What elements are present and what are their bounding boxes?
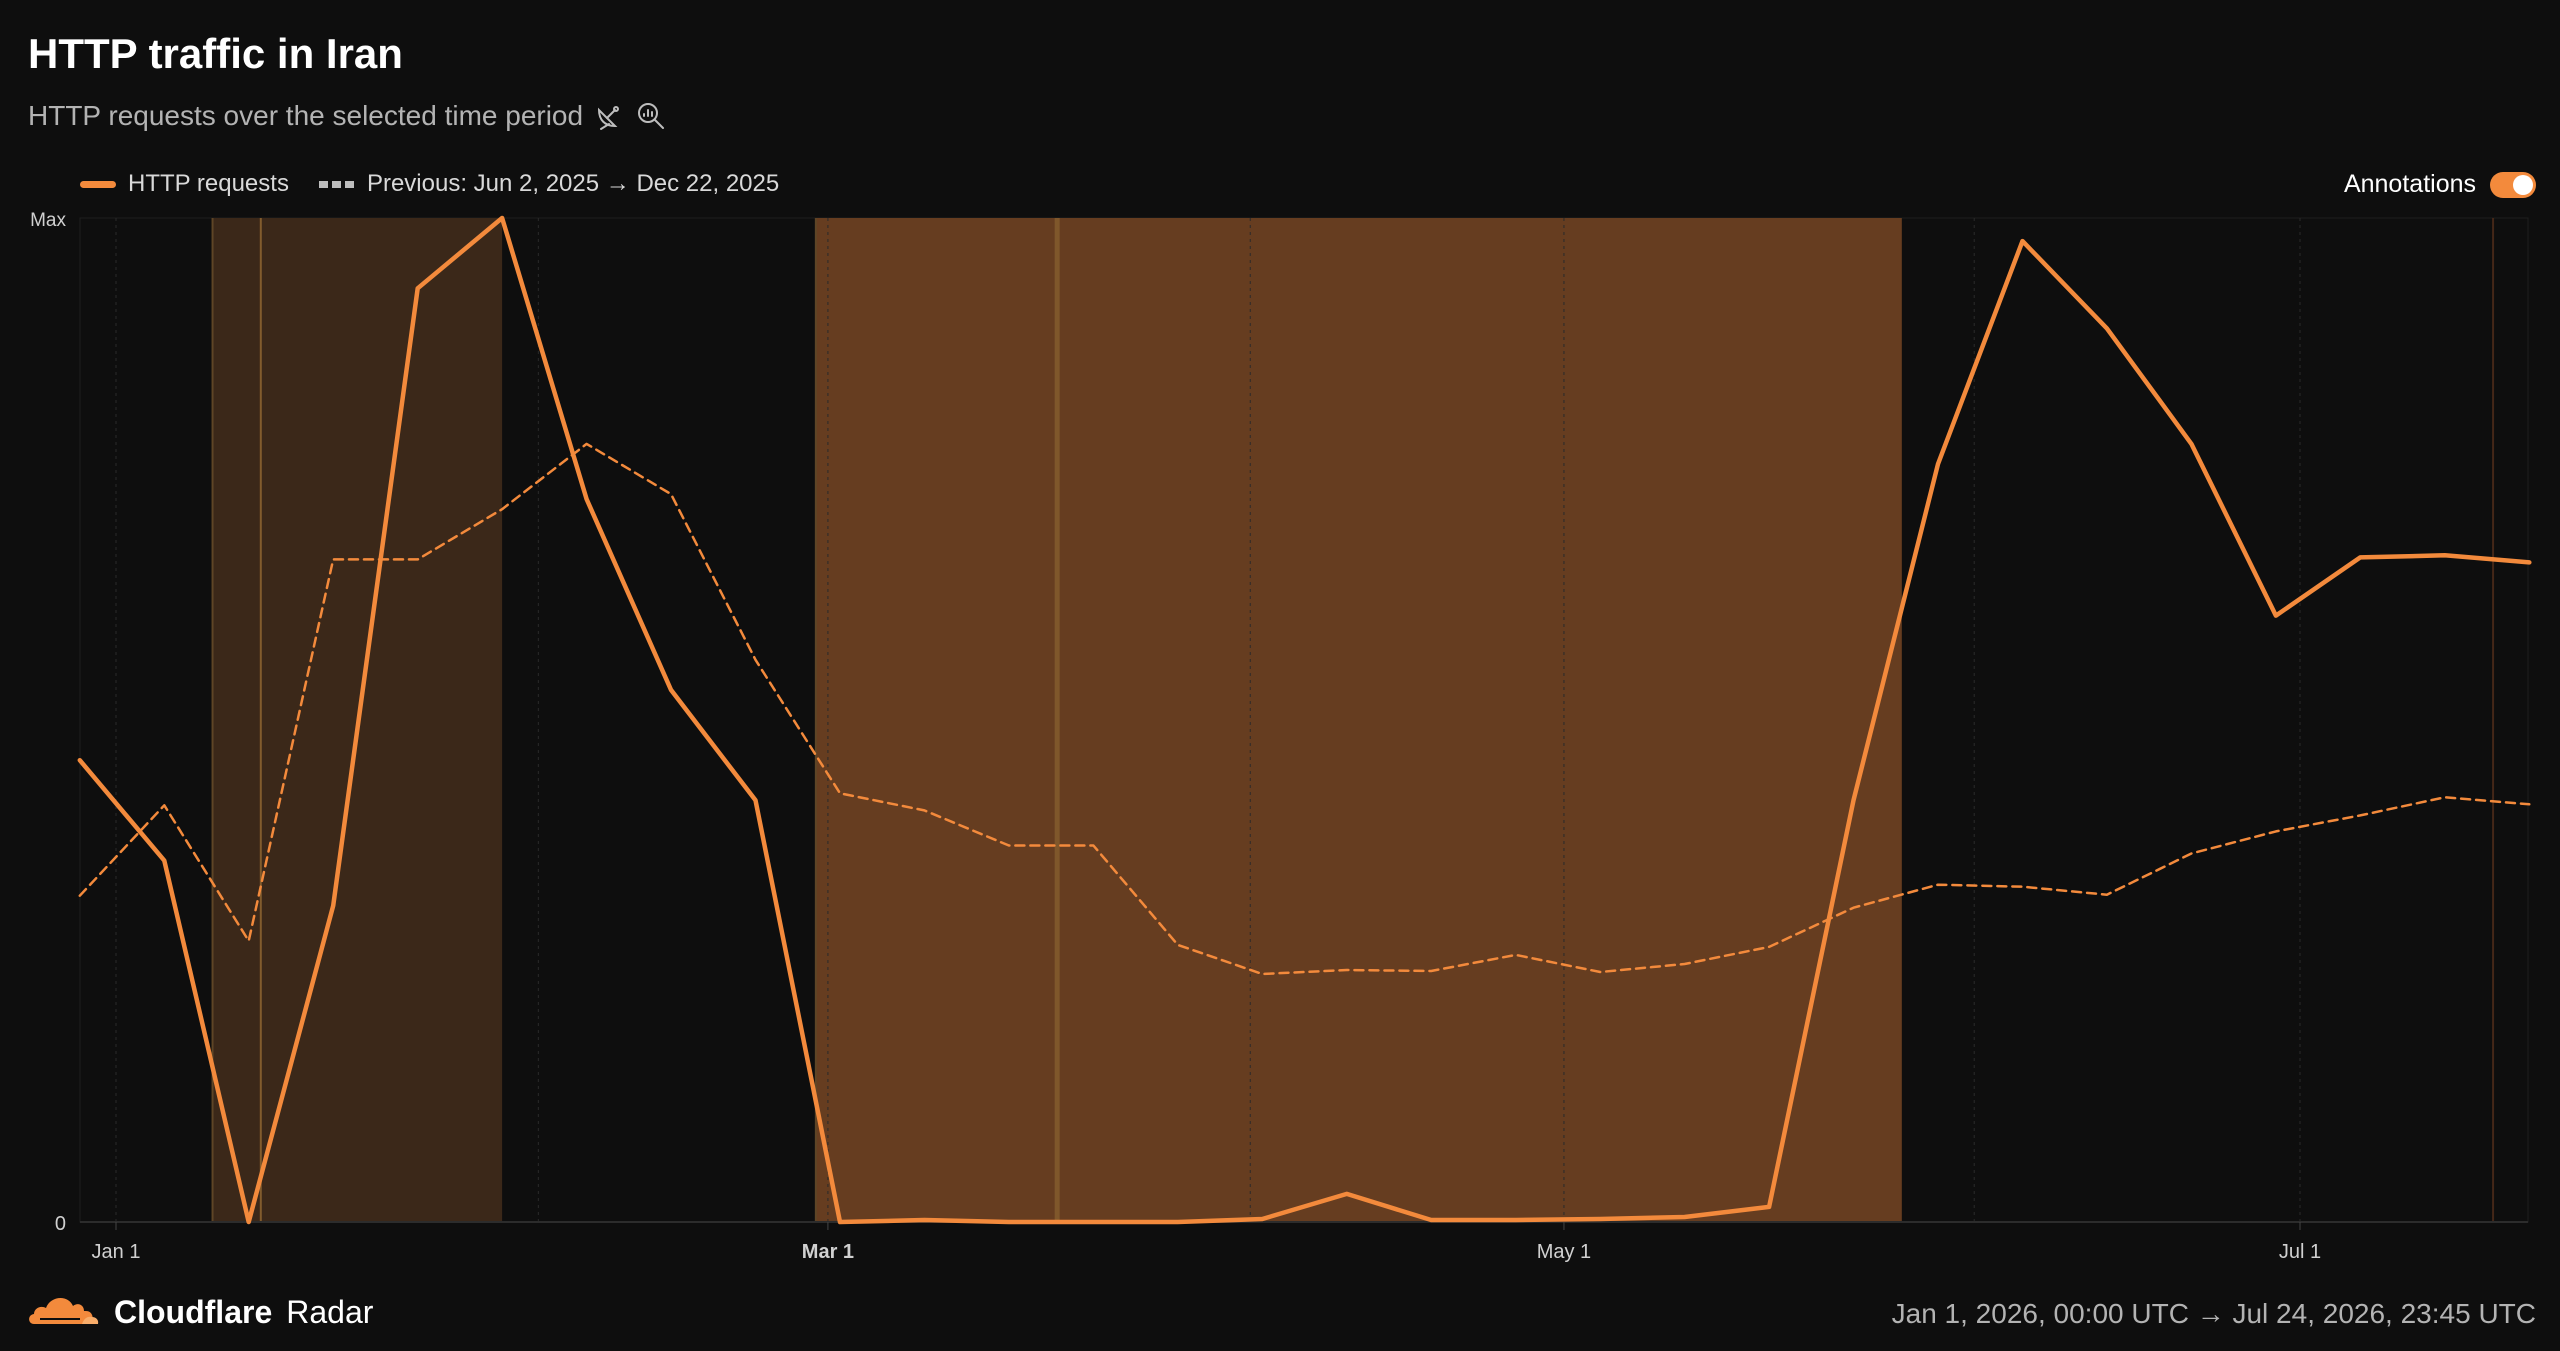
legend-label-current: HTTP requests bbox=[128, 170, 289, 197]
cloudflare-radar-logo[interactable]: Cloudflare Radar bbox=[26, 1290, 373, 1334]
satellite-dish-icon[interactable] bbox=[593, 100, 625, 132]
legend-swatch-solid bbox=[80, 180, 116, 188]
annotations-control: Annotations bbox=[2344, 170, 2536, 199]
legend-item-previous[interactable]: Previous: Jun 2, 2025 → Dec 22, 2025 bbox=[318, 170, 780, 198]
cloud-logo-icon bbox=[26, 1290, 100, 1334]
annotations-toggle[interactable] bbox=[2490, 171, 2536, 198]
subtitle-text: HTTP requests over the selected time per… bbox=[28, 100, 584, 131]
x-tick-label: Mar 1 bbox=[802, 1241, 854, 1263]
legend-swatch-dashed bbox=[318, 180, 355, 188]
x-tick-label: Jul 1 bbox=[2279, 1241, 2321, 1263]
line-chart: 0 Max Jan 1 Mar 1 May 1 Jul 1 bbox=[30, 210, 2532, 1263]
y-tick-label-max: Max bbox=[30, 210, 66, 231]
x-tick-label: May 1 bbox=[1537, 1241, 1591, 1263]
legend-item-current[interactable]: HTTP requests bbox=[80, 170, 289, 198]
y-tick-label-0: 0 bbox=[55, 1213, 66, 1235]
footer-brand: Cloudflare bbox=[114, 1293, 273, 1330]
page-subtitle: HTTP requests over the selected time per… bbox=[28, 100, 667, 132]
chart-legend: HTTP requests Previous: Jun 2, 2025 → De… bbox=[80, 170, 779, 198]
x-tick-label: Jan 1 bbox=[92, 1241, 141, 1263]
annotations-label: Annotations bbox=[2343, 170, 2476, 198]
annotation-region-2 bbox=[815, 218, 1902, 1222]
footer-date-range: Jan 1, 2026, 00:00 UTC → Jul 24, 2026, 2… bbox=[1891, 1298, 2536, 1329]
footer-product: Radar bbox=[286, 1293, 374, 1330]
legend-label-previous: Previous: Jun 2, 2025 → Dec 22, 2025 bbox=[366, 170, 780, 197]
page-title: HTTP traffic in Iran bbox=[28, 30, 403, 77]
search-chart-icon[interactable] bbox=[635, 100, 667, 132]
